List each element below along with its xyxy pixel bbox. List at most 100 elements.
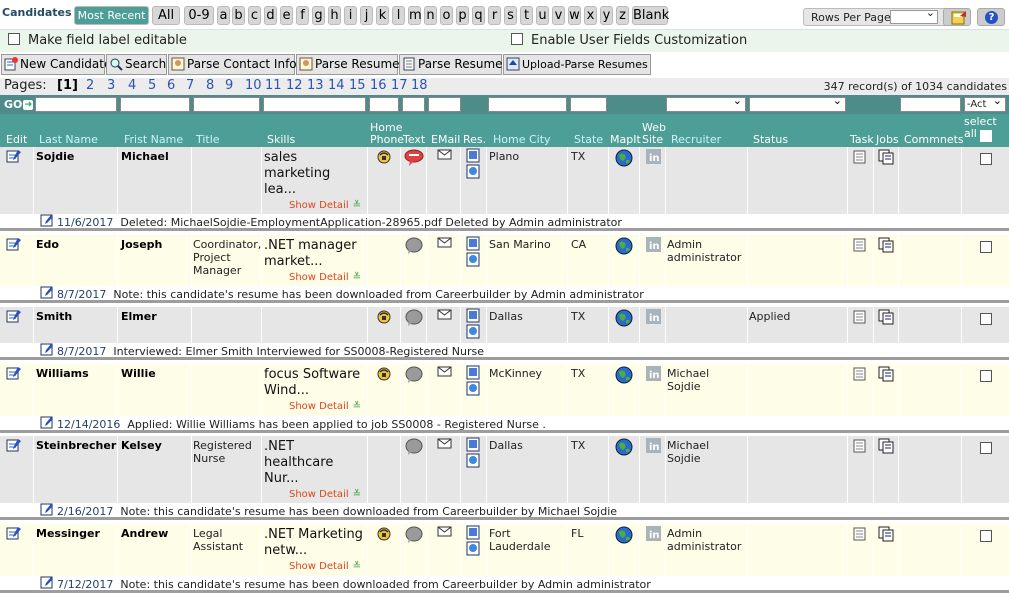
task-icon[interactable] (853, 238, 867, 252)
page-link-9[interactable]: 9 (225, 78, 233, 93)
linkedin-icon[interactable]: in (646, 366, 662, 382)
page-link-2[interactable]: 2 (86, 78, 94, 93)
task-icon[interactable] (853, 527, 867, 541)
note-edit-button[interactable] (40, 286, 54, 302)
jobs-icon[interactable] (878, 526, 896, 542)
filter-tab-l[interactable]: l (392, 6, 405, 25)
filter-recruiter-select[interactable] (666, 94, 746, 112)
edit-button[interactable] (6, 309, 22, 326)
home-phone-button[interactable] (376, 526, 394, 545)
col-state[interactable]: State (574, 134, 603, 146)
last-name[interactable]: Steinbrecher (36, 439, 116, 452)
text-message-icon[interactable] (404, 438, 424, 456)
filter-tab-blank[interactable]: Blank (632, 6, 669, 25)
edit-button[interactable] (6, 366, 22, 383)
filter-title[interactable] (193, 97, 260, 112)
last-name[interactable]: Messinger (36, 527, 100, 540)
show-detail-link[interactable]: Show Detail ≚ (289, 200, 361, 211)
editable-label-option[interactable]: Make field label editable (8, 32, 187, 48)
website-button[interactable]: in (646, 526, 662, 545)
page-link-10[interactable]: 10 (245, 78, 262, 93)
resume-icon[interactable] (465, 437, 483, 469)
mapit-button[interactable] (614, 365, 634, 388)
filter-tab-a[interactable]: a (217, 6, 230, 25)
show-detail-link[interactable]: Show Detail ≚ (289, 489, 361, 500)
website-button[interactable]: in (646, 438, 662, 457)
resume-button[interactable] (465, 236, 483, 271)
task-button[interactable] (853, 439, 867, 456)
col-last-name[interactable]: Last Name (39, 134, 98, 146)
jobs-icon[interactable] (878, 309, 896, 325)
task-button[interactable] (853, 310, 867, 327)
text-button[interactable] (404, 438, 424, 459)
filter-tab-i[interactable]: i (344, 6, 357, 25)
task-button[interactable] (853, 527, 867, 544)
email-icon[interactable] (437, 438, 453, 450)
email-icon[interactable] (437, 149, 453, 161)
show-detail-link[interactable]: Show Detail ≚ (289, 561, 361, 572)
col-recruiter[interactable]: Recruiter (671, 134, 721, 146)
col-home-city[interactable]: Home City (493, 134, 551, 146)
map-globe-icon[interactable] (614, 308, 634, 328)
jobs-icon[interactable] (878, 237, 896, 253)
filter-tab-e[interactable]: e (280, 6, 293, 25)
phone-icon[interactable] (376, 309, 394, 325)
filter-last-name[interactable] (35, 97, 117, 112)
rows-per-page-select[interactable] (890, 6, 938, 24)
page-link-17[interactable]: 17 (391, 78, 408, 93)
page-link-15[interactable]: 15 (349, 78, 366, 93)
note-edit-icon[interactable] (40, 214, 54, 227)
text-message-icon[interactable] (404, 366, 424, 384)
show-detail-link[interactable]: Show Detail ≚ (289, 272, 361, 283)
text-message-icon[interactable] (404, 237, 424, 255)
email-icon[interactable] (437, 366, 453, 378)
page-link-6[interactable]: 6 (167, 78, 175, 93)
mapit-button[interactable] (614, 308, 634, 331)
edit-icon[interactable] (6, 438, 22, 452)
page-link-16[interactable]: 16 (370, 78, 387, 93)
page-link-14[interactable]: 14 (328, 78, 345, 93)
jobs-button[interactable] (878, 149, 896, 168)
email-icon[interactable] (437, 237, 453, 249)
row-select-checkbox[interactable] (980, 530, 992, 542)
parse-contact-button[interactable]: Parse Contact Info (168, 54, 297, 75)
text-message-icon[interactable] (404, 149, 424, 167)
edit-icon[interactable] (6, 149, 22, 163)
filter-tab-all[interactable]: All (152, 6, 180, 25)
linkedin-icon[interactable]: in (646, 237, 662, 253)
filter-first-name[interactable] (120, 97, 190, 112)
filter-tab-o[interactable]: o (440, 6, 453, 25)
filter-tab-k[interactable]: k (376, 6, 389, 25)
mapit-button[interactable] (614, 236, 634, 259)
note-edit-icon[interactable] (40, 286, 54, 299)
jobs-icon[interactable] (878, 149, 896, 165)
page-link-11[interactable]: 11 (265, 78, 282, 93)
filter-home-city[interactable] (488, 97, 567, 112)
phone-icon[interactable] (376, 366, 394, 382)
jobs-icon[interactable] (878, 438, 896, 454)
website-button[interactable]: in (646, 149, 662, 168)
search-button[interactable]: Search (106, 54, 167, 75)
filter-text[interactable] (402, 97, 425, 112)
text-button[interactable] (404, 366, 424, 387)
map-globe-icon[interactable] (614, 365, 634, 385)
filter-tab-t[interactable]: t (520, 6, 533, 25)
resume-button[interactable] (465, 308, 483, 343)
home-phone-button[interactable] (376, 366, 394, 385)
page-link-13[interactable]: 13 (307, 78, 324, 93)
home-phone-button[interactable] (376, 149, 394, 168)
filter-tab-m[interactable]: m (408, 6, 422, 25)
page-link-18[interactable]: 18 (411, 78, 428, 93)
resume-icon[interactable] (465, 148, 483, 180)
edit-button[interactable] (6, 149, 22, 166)
map-globe-icon[interactable] (614, 236, 634, 256)
filter-tab-most-recent[interactable]: Most Recent (74, 6, 149, 25)
resume-icon[interactable] (465, 365, 483, 397)
row-select-checkbox[interactable] (980, 241, 992, 253)
edit-icon[interactable] (6, 366, 22, 380)
text-message-icon[interactable] (404, 309, 424, 327)
row-select-checkbox[interactable] (980, 313, 992, 325)
website-button[interactable]: in (646, 366, 662, 385)
filter-status-select[interactable] (749, 94, 846, 112)
filter-home-phone[interactable] (369, 97, 399, 112)
